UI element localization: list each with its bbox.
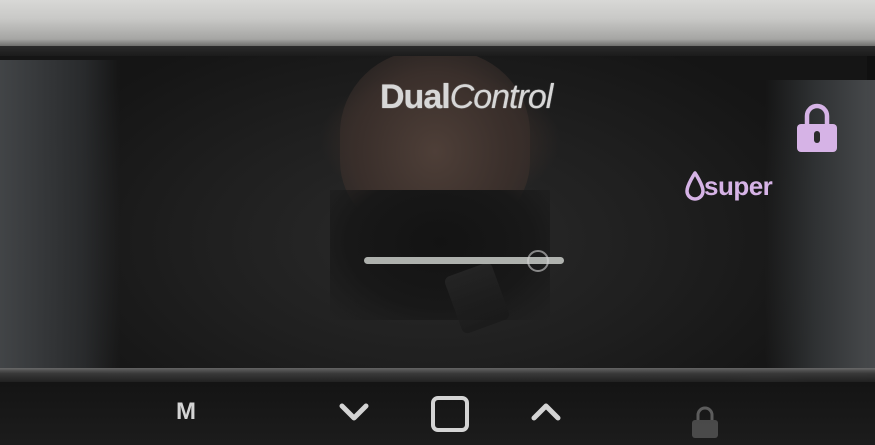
square-button[interactable] xyxy=(426,395,474,435)
lock-icon xyxy=(797,103,837,152)
super-mode-button[interactable]: super xyxy=(684,168,773,204)
memory-label: M xyxy=(176,398,196,425)
top-frame-edge xyxy=(0,46,875,56)
logo-part-2: Control xyxy=(449,78,554,116)
memory-button[interactable]: M xyxy=(166,392,206,432)
lock-button[interactable] xyxy=(793,100,841,156)
lock-bottom-button[interactable] xyxy=(688,404,722,440)
slider-knob[interactable] xyxy=(527,250,549,272)
chevron-up-icon xyxy=(531,403,561,421)
water-drop-icon xyxy=(685,171,705,201)
square-icon xyxy=(431,396,469,432)
super-label: super xyxy=(704,170,773,201)
level-slider[interactable] xyxy=(360,250,570,272)
bottom-frame-edge xyxy=(0,368,875,382)
dualcontrol-logo: Dual Control xyxy=(380,78,554,118)
up-button[interactable] xyxy=(526,396,566,428)
down-button[interactable] xyxy=(334,396,374,428)
lock-icon xyxy=(692,406,718,438)
control-panel-display: Dual Control super M xyxy=(0,0,875,445)
reflection-left xyxy=(0,60,120,370)
chevron-down-icon xyxy=(339,403,369,421)
top-frame xyxy=(0,0,875,46)
logo-part-1: Dual xyxy=(380,78,451,116)
